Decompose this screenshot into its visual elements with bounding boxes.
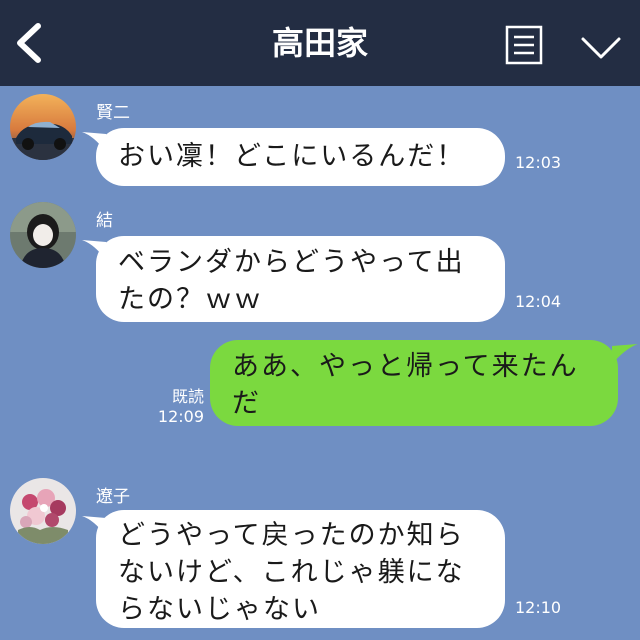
read-label: 既読: [171, 387, 204, 406]
bubble-tail: [612, 344, 638, 364]
message-text-line: ないけど、これじゃ躾にな: [118, 557, 465, 588]
message-text-line: たの？ｗｗ: [118, 284, 263, 315]
sender-name: 賢二: [96, 103, 130, 123]
message-bubble[interactable]: どうやって戻ったのか知ら ないけど、これじゃ躾にな らないじゃない: [96, 510, 505, 628]
flower-avatar-icon: [10, 478, 76, 544]
message-time: 12:09: [157, 407, 204, 426]
chevron-down-icon[interactable]: [580, 35, 622, 61]
avatar-ryoko[interactable]: [10, 478, 76, 544]
message-time: 12:03: [515, 153, 562, 172]
message-text-line: ベランダからどうやって出: [118, 247, 465, 278]
message-bubble[interactable]: おい凜！どこにいるんだ！: [96, 128, 505, 186]
sender-name: 遼子: [96, 487, 130, 507]
chat-title: 高田家: [271, 24, 368, 62]
message-time: 12:04: [515, 292, 562, 311]
person-avatar-icon: [10, 202, 76, 268]
message-text-line: ああ、やっと帰って来たん: [232, 351, 579, 382]
car-avatar-icon: [10, 94, 76, 160]
message-bubble[interactable]: ベランダからどうやって出 たの？ｗｗ: [96, 236, 505, 322]
message-bubble-outgoing[interactable]: ああ、やっと帰って来たん だ: [210, 340, 618, 426]
message-text-line: だ: [232, 388, 261, 419]
message-text-line: らないじゃない: [118, 594, 321, 625]
message-text-line: どうやって戻ったのか知ら: [118, 520, 465, 551]
avatar-yui[interactable]: [10, 202, 76, 268]
message-text: おい凜！どこにいるんだ！: [118, 141, 466, 172]
sender-name: 結: [96, 211, 113, 231]
read-receipt: 既読 12:09: [150, 387, 204, 427]
message-time: 12:10: [515, 598, 562, 617]
list-icon[interactable]: [505, 25, 543, 65]
chat-header: 高田家: [0, 0, 640, 86]
avatar-kenji[interactable]: [10, 94, 76, 160]
